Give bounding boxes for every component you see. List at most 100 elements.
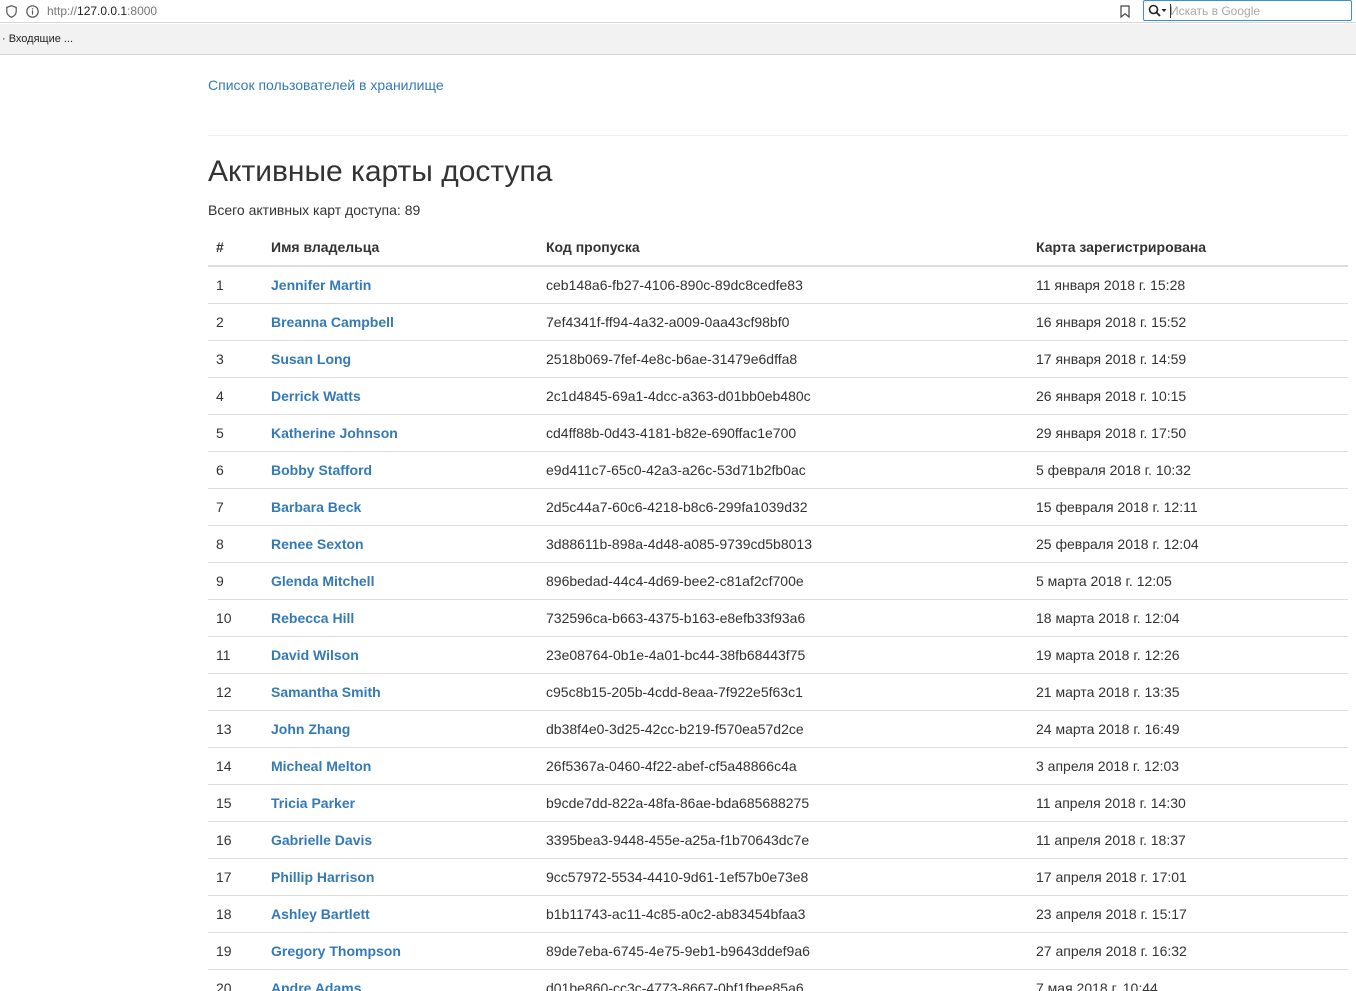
owner-link[interactable]: Barbara Beck — [271, 499, 361, 515]
owner-cell: Gregory Thompson — [263, 931, 538, 969]
url-host: 127.0.0.1 — [77, 4, 128, 18]
table-row: 14 Micheal Melton 26f5367a-0460-4f22-abef-… — [208, 746, 1348, 784]
owner-cell: Gabrielle Davis — [263, 820, 538, 858]
row-number: 3 — [208, 339, 263, 377]
row-number: 5 — [208, 413, 263, 451]
table-row: 3 Susan Long 2518b069-7fef-4e8c-b6ae-31479… — [208, 339, 1348, 377]
owner-link[interactable]: John Zhang — [271, 721, 350, 737]
pass-code: 2d5c44a7-60c6-4218-b8c6-299fa1039d32 — [538, 487, 1028, 525]
pass-code: 9cc57972-5534-4410-9d61-1ef57b0e73e8 — [538, 857, 1028, 895]
table-row: 12 Samantha Smith c95c8b15-205b-4cdd-8eaa-… — [208, 672, 1348, 710]
owner-link[interactable]: Micheal Melton — [271, 758, 371, 774]
info-icon[interactable] — [25, 3, 39, 19]
owner-cell: Barbara Beck — [263, 487, 538, 525]
owner-link[interactable]: Phillip Harrison — [271, 869, 374, 885]
owner-link[interactable]: Katherine Johnson — [271, 425, 398, 441]
owner-cell: Andre Adams — [263, 968, 538, 991]
owner-link[interactable]: David Wilson — [271, 647, 359, 663]
registered-date: 5 марта 2018 г. 12:05 — [1028, 561, 1348, 599]
row-number: 20 — [208, 968, 263, 991]
registered-date: 11 января 2018 г. 15:28 — [1036, 276, 1186, 293]
registered-date: 27 апреля 2018 г. 16:32 — [1028, 931, 1348, 969]
table-header-row: # Имя владельца Код пропуска Карта зарег… — [208, 229, 1348, 267]
row-number: 10 — [208, 598, 263, 636]
table-row: 15 Tricia Parker b9cde7dd-822a-48fa-86ae-b… — [208, 783, 1348, 821]
row-number: 4 — [208, 376, 263, 414]
registered-date: 26 января 2018 г. 10:15 — [1028, 376, 1348, 414]
registered-date: 25 февраля 2018 г. 12:04 — [1028, 524, 1348, 562]
owner-link[interactable]: Gabrielle Davis — [271, 832, 372, 848]
owner-link[interactable]: Rebecca Hill — [271, 610, 354, 626]
owner-link[interactable]: Samantha Smith — [271, 684, 381, 700]
access-cards-table: # Имя владельца Код пропуска Карта зарег… — [208, 229, 1348, 991]
bookmark-item-inbox[interactable]: · Входящие ... — [2, 33, 73, 45]
pass-code: d01be860-cc3c-4773-8667-0bf1fbee85a6 — [538, 968, 1028, 991]
owner-link[interactable]: Gregory Thompson — [271, 943, 401, 959]
row-number: 12 — [208, 672, 263, 710]
registered-date: 5 февраля 2018 г. 10:32 — [1028, 450, 1348, 488]
owner-link[interactable]: Susan Long — [271, 351, 351, 367]
column-header-owner: Имя владельца — [263, 229, 538, 267]
table-body: 1 Jennifer Martin ceb148a6-fb27-4106-890c-… — [208, 266, 1348, 991]
owner-cell: David Wilson — [263, 635, 538, 673]
owner-link[interactable]: Tricia Parker — [271, 795, 355, 811]
table-row: 10 Rebecca Hill 732596ca-b663-4375-b163-e8… — [208, 598, 1348, 636]
pass-code: 26f5367a-0460-4f22-abef-cf5a48866c4a — [538, 746, 1028, 784]
table-row: 2 Breanna Campbell 7ef4341f-ff94-4a32-a009… — [208, 302, 1348, 340]
text-caret — [1170, 4, 1171, 18]
bookmark-icon[interactable] — [1118, 2, 1132, 20]
owner-link[interactable]: Ashley Bartlett — [271, 906, 370, 922]
search-input[interactable] — [1170, 3, 1348, 19]
users-list-link[interactable]: Список пользователей в хранилище — [208, 77, 444, 93]
row-number: 13 — [208, 709, 263, 747]
owner-cell: Breanna Campbell — [263, 302, 538, 340]
pass-code: ceb148a6-fb27-4106-890c-89dc8cedfe83 — [546, 276, 803, 293]
registered-date: 29 января 2018 г. 17:50 — [1028, 413, 1348, 451]
table-row: 6 Bobby Stafford e9d411c7-65c0-42a3-a26c-5… — [208, 450, 1348, 488]
table-row: 18 Ashley Bartlett b1b11743-ac11-4c85-a0c2… — [208, 894, 1348, 932]
column-header-number: # — [208, 229, 263, 267]
owner-cell: Ashley Bartlett — [263, 894, 538, 932]
url-field[interactable]: http://127.0.0.1:8000 — [47, 4, 157, 18]
row-number: 17 — [208, 857, 263, 895]
web-search-box[interactable] — [1143, 0, 1352, 21]
table-row: 8 Renee Sexton 3d88611b-898a-4d48-a085-973… — [208, 524, 1348, 562]
pass-code: b9cde7dd-822a-48fa-86ae-bda685688275 — [538, 783, 1028, 821]
owner-link[interactable]: Glenda Mitchell — [271, 573, 374, 589]
search-engine-icon[interactable] — [1148, 3, 1170, 19]
row-number: 14 — [208, 746, 263, 784]
pass-code: 3d88611b-898a-4d48-a085-9739cd5b8013 — [538, 524, 1028, 562]
registered-date: 21 марта 2018 г. 13:35 — [1028, 672, 1348, 710]
owner-link[interactable]: Renee Sexton — [271, 536, 364, 552]
registered-date: 15 февраля 2018 г. 12:11 — [1028, 487, 1348, 525]
row-number: 11 — [208, 635, 263, 673]
owner-cell: Rebecca Hill — [263, 598, 538, 636]
owner-cell: Micheal Melton — [263, 746, 538, 784]
table-row: 13 John Zhang db38f4e0-3d25-42cc-b219-f570… — [208, 709, 1348, 747]
cards-count-summary: Всего активных карт доступа: 89 — [208, 202, 421, 218]
owner-link[interactable]: Jennifer Martin — [271, 277, 371, 293]
owner-cell: John Zhang — [263, 709, 538, 747]
pass-code: db38f4e0-3d25-42cc-b219-f570ea57d2ce — [538, 709, 1028, 747]
row-number: 2 — [208, 302, 263, 340]
owner-cell: Phillip Harrison — [263, 857, 538, 895]
row-number: 6 — [208, 450, 263, 488]
registered-date: 18 марта 2018 г. 12:04 — [1028, 598, 1348, 636]
owner-link[interactable]: Bobby Stafford — [271, 462, 372, 478]
owner-cell: Tricia Parker — [263, 783, 538, 821]
table-row: 1 Jennifer Martin ceb148a6-fb27-4106-890c-… — [208, 266, 1348, 303]
row-number: 19 — [208, 931, 263, 969]
row-number: 7 — [208, 487, 263, 525]
url-scheme: http:// — [47, 4, 78, 18]
owner-link[interactable]: Breanna Campbell — [271, 314, 394, 330]
pass-code: 3395bea3-9448-455e-a25a-f1b70643dc7e — [538, 820, 1028, 858]
bookmarks-bar: · Входящие ... — [0, 24, 1356, 55]
owner-cell: Katherine Johnson — [263, 413, 538, 451]
divider — [208, 135, 1348, 136]
registered-date: 11 апреля 2018 г. 18:37 — [1028, 820, 1348, 858]
row-number: 1 — [216, 276, 224, 293]
pass-code: c95c8b15-205b-4cdd-8eaa-7f922e5f63c1 — [538, 672, 1028, 710]
owner-link[interactable]: Andre Adams — [271, 980, 362, 991]
shield-icon[interactable] — [4, 3, 18, 19]
owner-link[interactable]: Derrick Watts — [271, 388, 361, 404]
